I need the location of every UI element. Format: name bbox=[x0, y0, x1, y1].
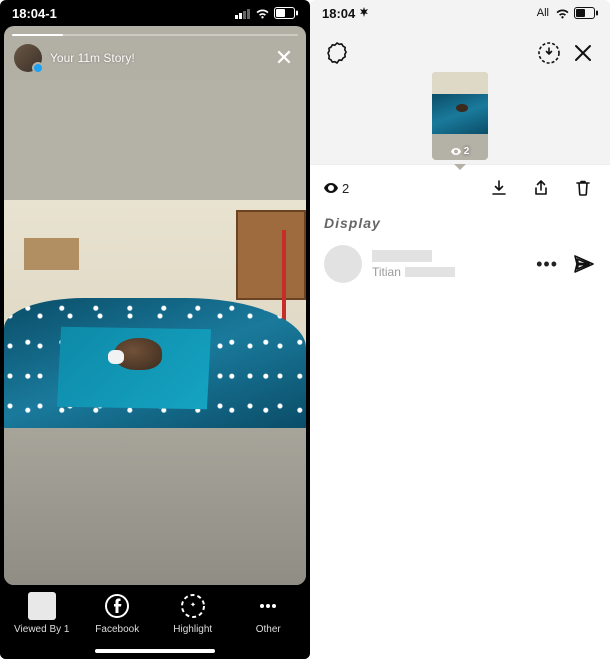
other-button[interactable]: Other bbox=[231, 591, 307, 635]
saved-button[interactable] bbox=[536, 40, 562, 66]
story-header: Your 11m Story! ✕ bbox=[4, 36, 306, 80]
download-button[interactable] bbox=[486, 175, 512, 201]
viewer-toolbar bbox=[310, 26, 610, 72]
story-viewer-panel: 18:04-1 Your 11m Story! ✕ bbox=[0, 0, 310, 659]
story-thumbnail-row: 2 bbox=[310, 72, 610, 164]
saved-icon bbox=[537, 41, 561, 65]
status-indicators bbox=[235, 7, 298, 19]
more-icon bbox=[253, 591, 283, 621]
verified-badge-icon bbox=[32, 62, 44, 74]
home-indicator[interactable] bbox=[95, 649, 215, 653]
wifi-icon bbox=[255, 8, 270, 19]
signal-icon bbox=[235, 8, 251, 19]
status-time: 18:04-1 bbox=[12, 6, 57, 21]
trash-icon bbox=[573, 178, 593, 198]
network-label: All bbox=[537, 7, 549, 19]
viewer-thumb-icon bbox=[28, 592, 56, 620]
story-photo bbox=[4, 200, 306, 428]
story-thumbnail[interactable]: 2 bbox=[432, 72, 488, 160]
story-progress bbox=[12, 34, 298, 36]
viewer-name-redacted bbox=[372, 250, 432, 262]
status-time: 18:04 bbox=[322, 6, 369, 21]
delete-button[interactable] bbox=[570, 175, 596, 201]
viewed-by-label: Viewed By 1 bbox=[14, 624, 69, 635]
battery-icon bbox=[574, 7, 598, 19]
viewer-more-button[interactable]: ••• bbox=[532, 254, 562, 275]
empty-area bbox=[310, 293, 610, 659]
status-bar-right: 18:04 All bbox=[310, 0, 610, 26]
status-bar-left: 18:04-1 bbox=[0, 0, 310, 26]
story-viewers-panel: 18:04 All 2 bbox=[310, 0, 610, 659]
close-icon[interactable]: ✕ bbox=[272, 46, 296, 70]
facebook-icon bbox=[102, 591, 132, 621]
settings-button[interactable] bbox=[324, 40, 350, 66]
send-icon[interactable] bbox=[572, 252, 596, 276]
thumb-view-count: 2 bbox=[432, 146, 488, 157]
close-button[interactable] bbox=[570, 40, 596, 66]
share-button[interactable] bbox=[528, 175, 554, 201]
battery-icon bbox=[274, 7, 298, 19]
facebook-label: Facebook bbox=[95, 624, 139, 635]
viewer-subname: Titian bbox=[372, 265, 455, 279]
viewer-avatar[interactable] bbox=[324, 245, 362, 283]
viewer-info: Titian bbox=[372, 250, 455, 279]
settings-icon bbox=[325, 41, 349, 65]
facebook-share-button[interactable]: Facebook bbox=[80, 591, 156, 635]
story-image[interactable] bbox=[4, 80, 306, 585]
story-body[interactable]: Your 11m Story! ✕ bbox=[4, 26, 306, 585]
highlight-icon bbox=[178, 591, 208, 621]
avatar[interactable] bbox=[14, 44, 42, 72]
section-label: Display bbox=[310, 211, 610, 239]
download-icon bbox=[489, 178, 509, 198]
wifi-icon bbox=[555, 8, 570, 19]
other-label: Other bbox=[256, 624, 281, 635]
story-title: Your 11m Story! bbox=[50, 51, 135, 65]
highlight-label: Highlight bbox=[173, 624, 212, 635]
status-indicators: All bbox=[537, 7, 598, 19]
eye-icon bbox=[324, 183, 338, 193]
view-count: 2 bbox=[324, 181, 349, 196]
close-icon bbox=[573, 43, 593, 63]
viewed-by-button[interactable]: Viewed By 1 bbox=[4, 591, 80, 635]
viewer-row[interactable]: Titian ••• bbox=[310, 239, 610, 293]
story-footer: Viewed By 1 Facebook Highlight Other bbox=[0, 585, 310, 659]
share-icon bbox=[531, 178, 551, 198]
action-row: 2 bbox=[310, 164, 610, 211]
highlight-button[interactable]: Highlight bbox=[155, 591, 231, 635]
